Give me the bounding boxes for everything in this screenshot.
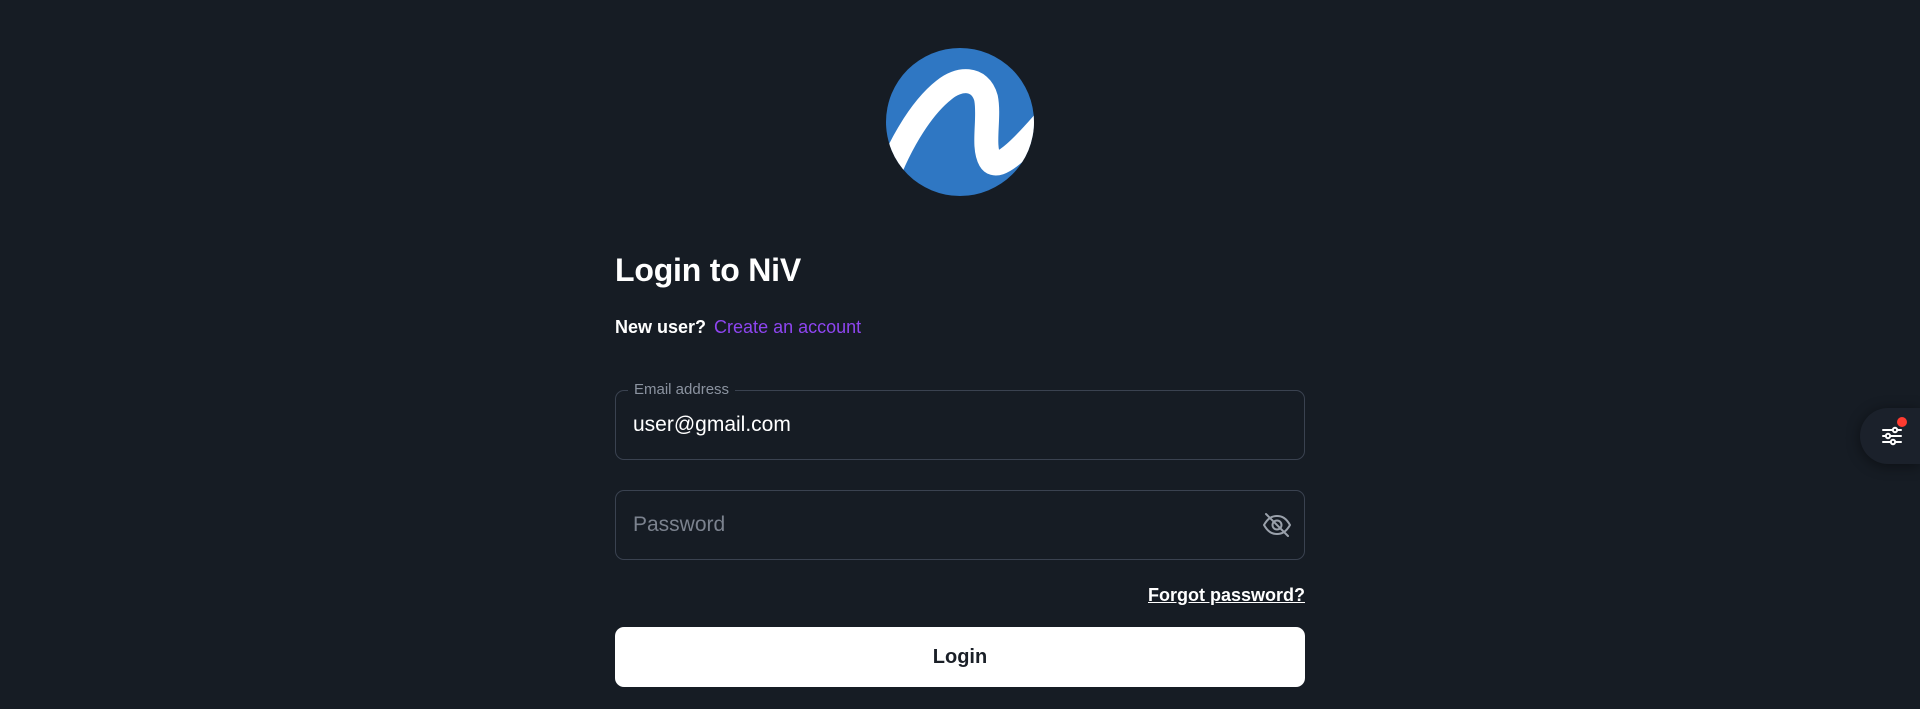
eye-off-icon[interactable] bbox=[1262, 511, 1292, 539]
login-page: Login to NiV New user? Create an account… bbox=[0, 0, 1920, 709]
email-input[interactable]: user@gmail.com bbox=[633, 391, 791, 459]
login-form: Login to NiV New user? Create an account… bbox=[615, 245, 1305, 687]
new-user-text: New user? bbox=[615, 317, 707, 337]
login-button[interactable]: Login bbox=[615, 627, 1305, 687]
settings-button[interactable] bbox=[1860, 408, 1920, 464]
forgot-password-link[interactable]: Forgot password? bbox=[1148, 583, 1305, 607]
password-input[interactable]: Password bbox=[633, 491, 725, 559]
notification-dot bbox=[1897, 417, 1907, 427]
signup-prompt: New user? Create an account bbox=[615, 315, 861, 339]
password-field[interactable]: Password bbox=[615, 490, 1305, 560]
niv-logo-icon bbox=[886, 48, 1034, 196]
email-field[interactable]: Email address user@gmail.com bbox=[615, 382, 1305, 460]
create-account-link[interactable]: Create an account bbox=[714, 317, 861, 337]
page-title: Login to NiV bbox=[615, 252, 802, 288]
sliders-icon bbox=[1880, 424, 1904, 448]
